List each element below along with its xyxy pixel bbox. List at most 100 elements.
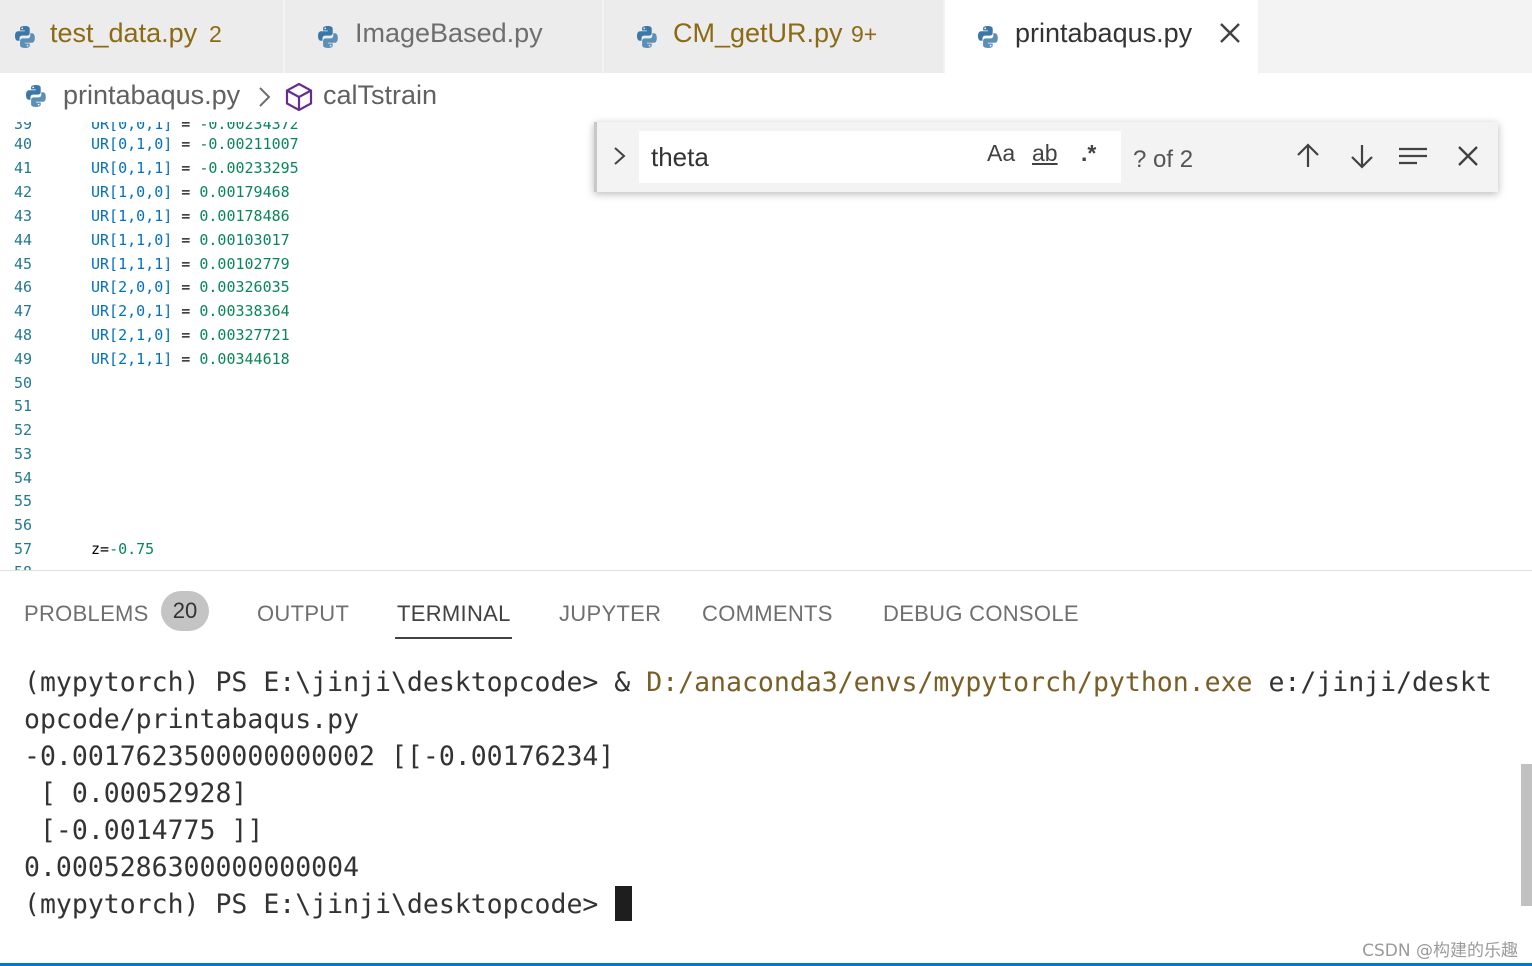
python-file-icon — [15, 26, 35, 48]
code-operator: = — [172, 207, 200, 225]
breadcrumb-symbol[interactable]: calTstrain — [323, 80, 437, 111]
code-line: 55 — [0, 489, 1532, 513]
code-operator: = — [172, 231, 200, 249]
toggle-replace-icon[interactable] — [611, 142, 629, 170]
code-line: 51 — [0, 394, 1532, 418]
tab-debug-console[interactable]: DEBUG CONSOLE — [883, 601, 1079, 627]
code-line: 45 UR[1,1,1] = 0.00102779 — [0, 252, 1532, 276]
line-number: 51 — [14, 397, 33, 415]
code-line: 57 z=-0.75 — [0, 537, 1532, 561]
terminal-prompt: (mypytorch) PS E:\jinji\desktopcode> & — [24, 667, 647, 698]
find-widget: theta Aa ab .* ? of 2 — [594, 122, 1498, 192]
terminal-cursor — [615, 886, 632, 921]
code-number: 0.00326035 — [199, 278, 290, 296]
tab-output[interactable]: OUTPUT — [257, 601, 349, 627]
arrow-down-icon[interactable] — [1346, 140, 1378, 172]
tab-cm-getur[interactable]: CM_getUR.py 9+ — [604, 0, 944, 73]
use-regex-toggle[interactable]: .* — [1081, 140, 1096, 167]
code-number: 0.00103017 — [199, 231, 290, 249]
line-number: 53 — [14, 445, 33, 463]
code-variable: UR[1,1,1] — [91, 255, 173, 273]
code-number: 0.00338364 — [199, 302, 290, 320]
code-variable: UR[2,1,1] — [91, 350, 173, 368]
code-number: -0.75 — [109, 540, 155, 558]
tab-terminal[interactable]: TERMINAL — [397, 601, 511, 627]
find-in-selection-icon[interactable] — [1397, 140, 1429, 172]
tab-printabaqus[interactable]: printabaqus.py — [945, 0, 1259, 74]
python-file-icon — [637, 26, 657, 48]
code-line: 49 UR[2,1,1] = 0.00344618 — [0, 347, 1532, 371]
code-line: 48 UR[2,1,0] = 0.00327721 — [0, 323, 1532, 347]
code-variable: UR[0,1,0] — [91, 135, 173, 153]
terminal-arg: e:/jinji/deskt — [1252, 667, 1492, 698]
tab-problem-badge: 2 — [209, 21, 222, 47]
tab-test-data[interactable]: test_data.py 2 — [0, 0, 284, 73]
code-number: -0.00211007 — [199, 135, 299, 153]
line-number: 45 — [14, 255, 33, 273]
terminal-line: -0.0017623500000000002 [[-0.00176234] — [24, 741, 615, 772]
code-variable: z — [91, 540, 101, 558]
line-number: 55 — [14, 492, 33, 510]
code-variable: UR[0,1,1] — [91, 159, 173, 177]
code-variable: UR[1,0,1] — [91, 207, 173, 225]
line-number: 47 — [14, 302, 33, 320]
close-tab-icon[interactable] — [1217, 20, 1243, 46]
line-number: 42 — [14, 183, 33, 201]
terminal-prompt-line[interactable]: (mypytorch) PS E:\jinji\desktopcode> — [24, 886, 614, 923]
code-number: 0.00179468 — [199, 183, 290, 201]
code-operator: = — [172, 350, 200, 368]
line-number: 50 — [14, 374, 33, 392]
match-case-toggle[interactable]: Aa — [987, 140, 1015, 167]
tab-problem-badge: 9+ — [851, 21, 878, 47]
code-line: 58 — [0, 560, 1532, 570]
symbol-method-icon — [285, 82, 313, 112]
code-line: 53 — [0, 442, 1532, 466]
code-number: 0.00344618 — [199, 350, 290, 368]
code-operator: = — [172, 326, 200, 344]
chevron-right-icon — [259, 87, 271, 107]
breadcrumb-file[interactable]: printabaqus.py — [63, 80, 240, 111]
line-number: 56 — [14, 516, 33, 534]
terminal-exe-path: D:/anaconda3/envs/mypytorch/python.exe — [646, 667, 1253, 698]
terminal-scrollbar[interactable] — [1521, 764, 1532, 906]
terminal-line: [ 0.00052928] — [24, 778, 248, 809]
code-operator: = — [172, 278, 200, 296]
line-number: 48 — [14, 326, 33, 344]
terminal-line: 0.0005286300000000004 — [24, 852, 360, 883]
editor-tab-bar: test_data.py 2 ImageBased.py CM_getUR.py… — [0, 0, 1532, 74]
code-variable: UR[2,1,0] — [91, 326, 173, 344]
python-file-icon — [978, 26, 998, 48]
line-number: 52 — [14, 421, 33, 439]
match-whole-word-toggle[interactable]: ab — [1032, 140, 1058, 167]
arrow-up-icon[interactable] — [1292, 140, 1324, 172]
code-variable: UR[1,1,0] — [91, 231, 173, 249]
tab-imagebased[interactable]: ImageBased.py — [285, 0, 603, 73]
tab-problems[interactable]: PROBLEMS — [24, 601, 149, 627]
code-line: 50 — [0, 371, 1532, 395]
active-tab-indicator — [395, 637, 512, 639]
code-line: 43 UR[1,0,1] = 0.00178486 — [0, 204, 1532, 228]
tab-label: test_data.py — [50, 18, 198, 48]
code-number: 0.00102779 — [199, 255, 290, 273]
tab-jupyter[interactable]: JUPYTER — [559, 601, 661, 627]
line-number: 40 — [14, 135, 33, 153]
terminal-line: [-0.0014775 ]] — [24, 815, 264, 846]
code-operator: = — [172, 302, 200, 320]
line-number: 41 — [14, 159, 33, 177]
terminal-line: opcode/printabaqus.py — [24, 704, 360, 735]
code-variable: UR[2,0,1] — [91, 302, 173, 320]
line-number: 44 — [14, 231, 33, 249]
code-number: 0.00327721 — [199, 326, 290, 344]
code-line: 56 — [0, 513, 1532, 537]
tab-label: CM_getUR.py — [673, 18, 843, 48]
code-number: -0.00233295 — [199, 159, 299, 177]
line-number: 49 — [14, 350, 33, 368]
line-number: 54 — [14, 469, 33, 487]
tab-label: ImageBased.py — [355, 18, 543, 48]
tab-comments[interactable]: COMMENTS — [702, 601, 833, 627]
code-operator: = — [172, 159, 200, 177]
match-count: ? of 2 — [1133, 146, 1194, 173]
close-icon[interactable] — [1452, 140, 1484, 172]
code-variable: UR[1,0,0] — [91, 183, 173, 201]
code-operator: = — [172, 255, 200, 273]
